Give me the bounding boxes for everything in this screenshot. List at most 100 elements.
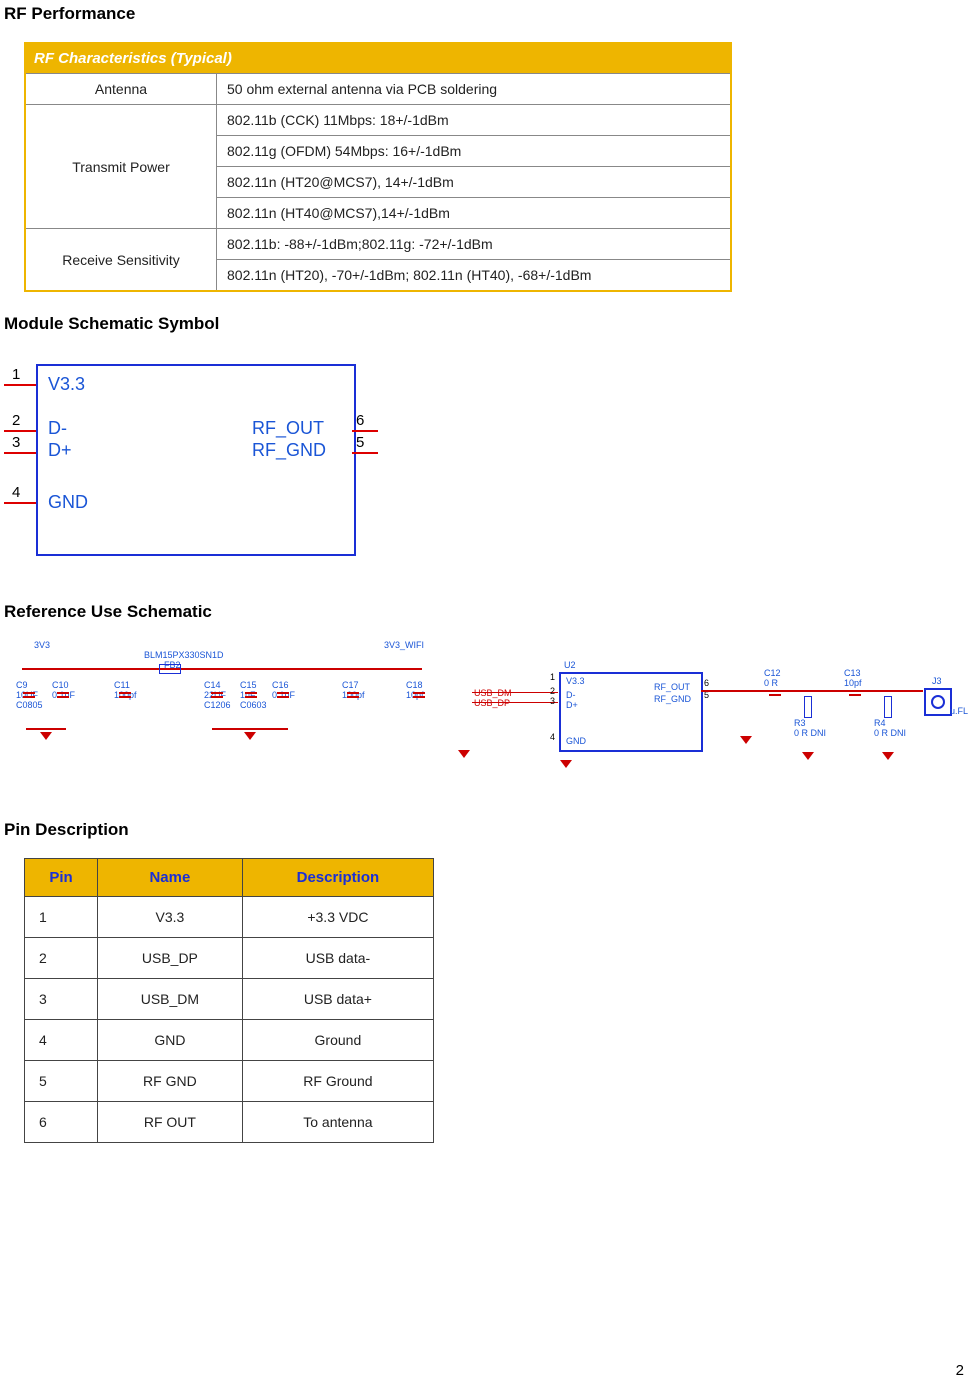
wire bbox=[212, 728, 288, 730]
reference-schematic: 3V3 3V3_WIFI BLM15PX330SN1D FB2 C9 10UF … bbox=[4, 640, 958, 810]
net-label: 3V3_WIFI bbox=[384, 640, 424, 650]
cell: USB_DP bbox=[98, 938, 243, 979]
page-number: 2 bbox=[956, 1362, 964, 1379]
capacitor-icon bbox=[250, 682, 252, 706]
ground-icon bbox=[882, 752, 894, 760]
pin-number: 3 bbox=[12, 434, 20, 451]
cell: 3 bbox=[25, 979, 98, 1020]
pin-number: 1 bbox=[550, 672, 555, 682]
rf-row-value: 802.11g (OFDM) 54Mbps: 16+/-1dBm bbox=[217, 136, 732, 167]
pin-label: RF_OUT bbox=[654, 682, 690, 692]
pin-label: RF_GND bbox=[252, 440, 326, 461]
capacitor-icon bbox=[62, 682, 64, 706]
ferrite-bead-icon bbox=[159, 664, 181, 674]
part-ref: C17 bbox=[342, 680, 359, 690]
resistor-icon bbox=[884, 696, 892, 718]
cell: 5 bbox=[25, 1061, 98, 1102]
cell: Ground bbox=[242, 1020, 433, 1061]
table-header: Pin bbox=[25, 859, 98, 897]
ground-icon bbox=[560, 760, 572, 768]
ufl-connector-icon bbox=[924, 688, 952, 716]
cell: 4 bbox=[25, 1020, 98, 1061]
rf-row-value: 802.11b (CCK) 11Mbps: 18+/-1dBm bbox=[217, 105, 732, 136]
capacitor-icon bbox=[418, 682, 420, 706]
part-val: 10pf bbox=[844, 678, 862, 688]
part-pn: BLM15PX330SN1D bbox=[144, 650, 224, 660]
cell: To antenna bbox=[242, 1102, 433, 1143]
ground-icon bbox=[740, 736, 752, 744]
capacitor-icon bbox=[352, 682, 354, 706]
pin-number: 2 bbox=[550, 686, 555, 696]
part-ref: C13 bbox=[844, 668, 861, 678]
capacitor-icon bbox=[216, 682, 218, 706]
capacitor-icon bbox=[774, 680, 776, 704]
rf-row-value: 802.11b: -88+/-1dBm;802.11g: -72+/-1dBm bbox=[217, 229, 732, 260]
pin-number: 3 bbox=[550, 696, 555, 706]
cell: +3.3 VDC bbox=[242, 897, 433, 938]
resistor-icon bbox=[804, 696, 812, 718]
capacitor-icon bbox=[28, 682, 30, 706]
pin-number: 6 bbox=[704, 678, 709, 688]
capacitor-icon bbox=[854, 680, 856, 704]
table-header: Description bbox=[242, 859, 433, 897]
pin-number: 6 bbox=[356, 412, 364, 429]
net-label: USB_DP bbox=[474, 698, 510, 708]
table-row: 6 RF OUT To antenna bbox=[25, 1102, 434, 1143]
cell: 2 bbox=[25, 938, 98, 979]
pin-line bbox=[4, 384, 36, 386]
cell: USB data+ bbox=[242, 979, 433, 1020]
part-ref: C16 bbox=[272, 680, 289, 690]
cell: RF OUT bbox=[98, 1102, 243, 1143]
pin-number: 5 bbox=[356, 434, 364, 451]
pin-line bbox=[352, 452, 378, 454]
rf-row-value: 802.11n (HT20@MCS7), 14+/-1dBm bbox=[217, 167, 732, 198]
part-val: 0 R DNI bbox=[874, 728, 906, 738]
cell: RF Ground bbox=[242, 1061, 433, 1102]
cell: USB_DM bbox=[98, 979, 243, 1020]
pin-line bbox=[4, 502, 36, 504]
part-ref: J3 bbox=[932, 676, 942, 686]
heading-rf-performance: RF Performance bbox=[4, 4, 964, 24]
rf-table-header: RF Characteristics (Typical) bbox=[25, 43, 731, 74]
pin-label: D- bbox=[48, 418, 67, 439]
pin-number: 1 bbox=[12, 366, 20, 383]
pin-number: 2 bbox=[12, 412, 20, 429]
ground-icon bbox=[458, 750, 470, 758]
pin-label: V3.3 bbox=[566, 676, 585, 686]
capacitor-icon bbox=[124, 682, 126, 706]
ground-icon bbox=[40, 732, 52, 740]
pin-label: GND bbox=[48, 492, 88, 513]
pin-label: RF_GND bbox=[654, 694, 691, 704]
cell: RF GND bbox=[98, 1061, 243, 1102]
rf-row-value: 802.11n (HT40@MCS7),14+/-1dBm bbox=[217, 198, 732, 229]
pin-number: 4 bbox=[12, 484, 20, 501]
table-row: 4 GND Ground bbox=[25, 1020, 434, 1061]
table-row: 5 RF GND RF Ground bbox=[25, 1061, 434, 1102]
schematic-symbol: 1 V3.3 2 D- 3 D+ 4 GND RF_OUT 6 RF_GND 5 bbox=[4, 352, 364, 562]
part-ref: R4 bbox=[874, 718, 886, 728]
part-pkg: C0603 bbox=[240, 700, 267, 710]
heading-schematic-symbol: Module Schematic Symbol bbox=[4, 314, 964, 334]
part-val: 0 R DNI bbox=[794, 728, 826, 738]
cell: 6 bbox=[25, 1102, 98, 1143]
part-ref: C15 bbox=[240, 680, 257, 690]
pin-label: V3.3 bbox=[48, 374, 85, 395]
wire bbox=[472, 692, 558, 693]
rf-row-label: Receive Sensitivity bbox=[25, 229, 217, 292]
part-ref: C14 bbox=[204, 680, 221, 690]
net-label: USB_DM bbox=[474, 688, 512, 698]
wire bbox=[22, 668, 422, 670]
part-ref: R3 bbox=[794, 718, 806, 728]
part-ref: C12 bbox=[764, 668, 781, 678]
capacitor-icon bbox=[282, 682, 284, 706]
cell: GND bbox=[98, 1020, 243, 1061]
table-row: 2 USB_DP USB data- bbox=[25, 938, 434, 979]
pin-label: RF_OUT bbox=[252, 418, 324, 439]
ground-icon bbox=[244, 732, 256, 740]
rf-characteristics-table: RF Characteristics (Typical) Antenna 50 … bbox=[24, 42, 732, 292]
part-type: u.FL bbox=[950, 706, 968, 716]
wire bbox=[701, 690, 923, 692]
rf-row-label: Transmit Power bbox=[25, 105, 217, 229]
heading-pin-description: Pin Description bbox=[4, 820, 964, 840]
rf-row-value: 802.11n (HT20), -70+/-1dBm; 802.11n (HT4… bbox=[217, 260, 732, 292]
